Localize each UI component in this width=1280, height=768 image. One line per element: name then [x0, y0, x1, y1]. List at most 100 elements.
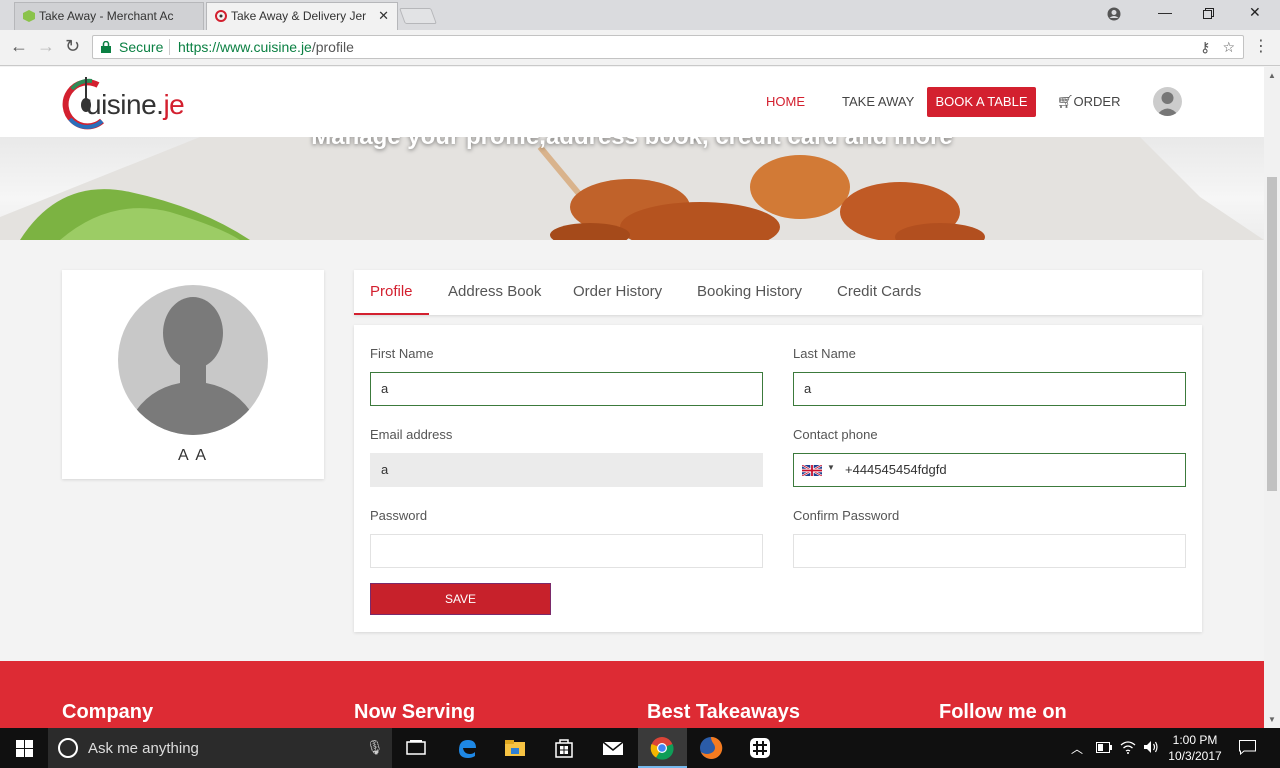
last-name-label: Last Name — [793, 346, 856, 361]
save-button[interactable]: SAVE — [370, 583, 551, 615]
first-name-label: First Name — [370, 346, 434, 361]
lock-icon — [101, 41, 111, 53]
cuisine-favicon-icon — [215, 10, 227, 22]
nav-order[interactable]: 🛒︎ORDER — [1057, 87, 1120, 117]
search-placeholder: Ask me anything — [88, 740, 199, 757]
footer-heading-best-takeaways: Best Takeaways — [647, 701, 801, 723]
url-text: https://www.cuisine.je/profile — [178, 36, 354, 58]
profile-tabs: Profile Address Book Order History Booki… — [354, 270, 1202, 315]
logo-text-main: uisine. — [86, 89, 164, 120]
password-label: Password — [370, 508, 428, 523]
profile-form: First Name a Last Name a Email address a… — [354, 325, 1202, 632]
divider — [169, 39, 170, 55]
address-bar[interactable]: Secure https://www.cuisine.je/profile ⚷ ☆ — [92, 35, 1244, 59]
scroll-down-arrow-icon[interactable]: ▼ — [1268, 715, 1276, 724]
url-path: /profile — [311, 39, 354, 55]
browser-tab-cuisine[interactable]: Take Away & Delivery Jer ✕ — [206, 2, 398, 30]
system-clock[interactable]: 1:00 PM 10/3/2017 — [1160, 732, 1230, 764]
last-name-field[interactable]: a — [793, 372, 1186, 406]
tab-order-history[interactable]: Order History — [573, 270, 662, 315]
tab-booking-history[interactable]: Booking History — [697, 270, 802, 315]
first-name-field[interactable]: a — [370, 372, 763, 406]
forward-arrow-icon[interactable]: → — [37, 36, 55, 57]
action-center-icon[interactable] — [1239, 740, 1256, 755]
browser-toolbar: ← → ↻ Secure https://www.cuisine.je/prof… — [0, 30, 1280, 66]
nav-take-away[interactable]: TAKE AWAY — [842, 87, 914, 117]
footer-heading-company: Company — [62, 701, 154, 723]
clock-time: 1:00 PM — [1172, 733, 1218, 747]
volume-icon[interactable] — [1143, 740, 1159, 754]
edge-browser-icon[interactable] — [455, 736, 479, 760]
profile-icon[interactable] — [1107, 7, 1121, 21]
wifi-icon[interactable] — [1120, 740, 1136, 754]
url-host: https://www.cuisine.je — [178, 39, 312, 55]
store-icon[interactable] — [552, 736, 576, 760]
nav-order-label: ORDER — [1073, 94, 1121, 109]
logo-text: uisine.je — [86, 89, 185, 121]
site-footer: Company Now Serving Best Takeaways Follo… — [0, 661, 1264, 728]
hero-title: Manage your profile,address book, credit… — [0, 137, 1264, 151]
secure-label: Secure — [119, 39, 164, 55]
bookmark-star-icon[interactable]: ☆ — [1222, 39, 1235, 55]
caret-down-icon[interactable]: ▼ — [827, 463, 835, 472]
minimize-icon[interactable]: — — [1158, 4, 1172, 20]
chrome-taskbar-slot[interactable] — [638, 728, 687, 768]
confirm-password-field[interactable] — [793, 534, 1186, 568]
cortana-search-box[interactable]: Ask me anything 🎙︎ — [48, 728, 392, 768]
email-label: Email address — [370, 427, 453, 442]
slack-icon[interactable] — [748, 736, 772, 760]
hero-banner: Manage your profile,address book, credit… — [0, 137, 1264, 240]
scrollbar-thumb[interactable] — [1267, 177, 1277, 491]
nav-home[interactable]: HOME — [766, 87, 805, 117]
windows-taskbar: Ask me anything 🎙︎ ︿ 1:00 PM 10/3/2017 — [0, 728, 1280, 768]
cart-icon: 🛒︎ — [1057, 94, 1074, 109]
email-field: a — [370, 453, 763, 487]
omnibox-icons: ⚷ ☆ — [1200, 36, 1235, 58]
restore-icon[interactable] — [1203, 8, 1214, 19]
reload-icon[interactable]: ↻ — [65, 36, 80, 57]
uk-flag-icon[interactable] — [802, 465, 822, 476]
cortana-icon — [58, 738, 78, 758]
logo-text-accent: je — [163, 89, 185, 120]
back-arrow-icon[interactable]: ← — [10, 36, 28, 57]
footer-heading-follow-me-on: Follow me on — [939, 701, 1067, 723]
user-avatar[interactable] — [1153, 87, 1182, 116]
close-window-icon[interactable]: ✕ — [1249, 4, 1261, 21]
site-logo[interactable]: uisine.je — [62, 73, 212, 131]
nav-book-a-table-button[interactable]: BOOK A TABLE — [927, 87, 1036, 117]
scroll-up-arrow-icon[interactable]: ▲ — [1268, 71, 1276, 80]
tab-address-book[interactable]: Address Book — [448, 270, 541, 315]
profile-avatar[interactable] — [118, 285, 268, 435]
tab-credit-cards[interactable]: Credit Cards — [837, 270, 921, 315]
mail-icon[interactable] — [601, 736, 625, 760]
confirm-password-label: Confirm Password — [793, 508, 900, 523]
footer-heading-now-serving: Now Serving — [354, 701, 476, 723]
microphone-icon[interactable]: 🎙︎ — [366, 739, 384, 756]
chrome-icon — [650, 737, 674, 760]
leaf-favicon-icon — [23, 10, 35, 22]
battery-icon[interactable] — [1096, 742, 1112, 753]
profile-name: A A — [177, 447, 209, 464]
site-header: uisine.je HOME TAKE AWAY BOOK A TABLE 🛒︎… — [0, 67, 1264, 137]
food-banner-image — [0, 137, 1264, 240]
firefox-icon[interactable] — [699, 736, 723, 760]
browser-tab-title: Take Away & Delivery Jer — [231, 9, 367, 23]
contact-phone-value: +444545454fdgfd — [845, 462, 947, 477]
password-field[interactable] — [370, 534, 763, 568]
contact-phone-field[interactable]: ▼ +444545454fdgfd — [793, 453, 1186, 487]
tab-profile[interactable]: Profile — [354, 270, 429, 315]
key-icon[interactable]: ⚷ — [1200, 39, 1210, 55]
new-tab-button[interactable] — [399, 8, 437, 24]
tray-up-chevron-icon[interactable]: ︿ — [1071, 740, 1083, 757]
browser-tab-strip: Take Away - Merchant Ac Take Away & Deli… — [0, 0, 1280, 30]
profile-summary-card: A A — [62, 270, 324, 479]
browser-tab-merchant[interactable]: Take Away - Merchant Ac — [14, 2, 204, 30]
file-explorer-icon[interactable] — [503, 736, 527, 760]
user-silhouette-icon — [132, 297, 254, 435]
task-view-icon[interactable] — [404, 736, 428, 760]
page-scrollbar[interactable]: ▲ ▼ — [1264, 67, 1280, 728]
close-tab-icon[interactable]: ✕ — [378, 3, 389, 29]
windows-start-icon[interactable] — [16, 740, 33, 757]
contact-phone-label: Contact phone — [793, 427, 878, 442]
menu-dots-icon[interactable]: ⋮ — [1253, 36, 1269, 56]
